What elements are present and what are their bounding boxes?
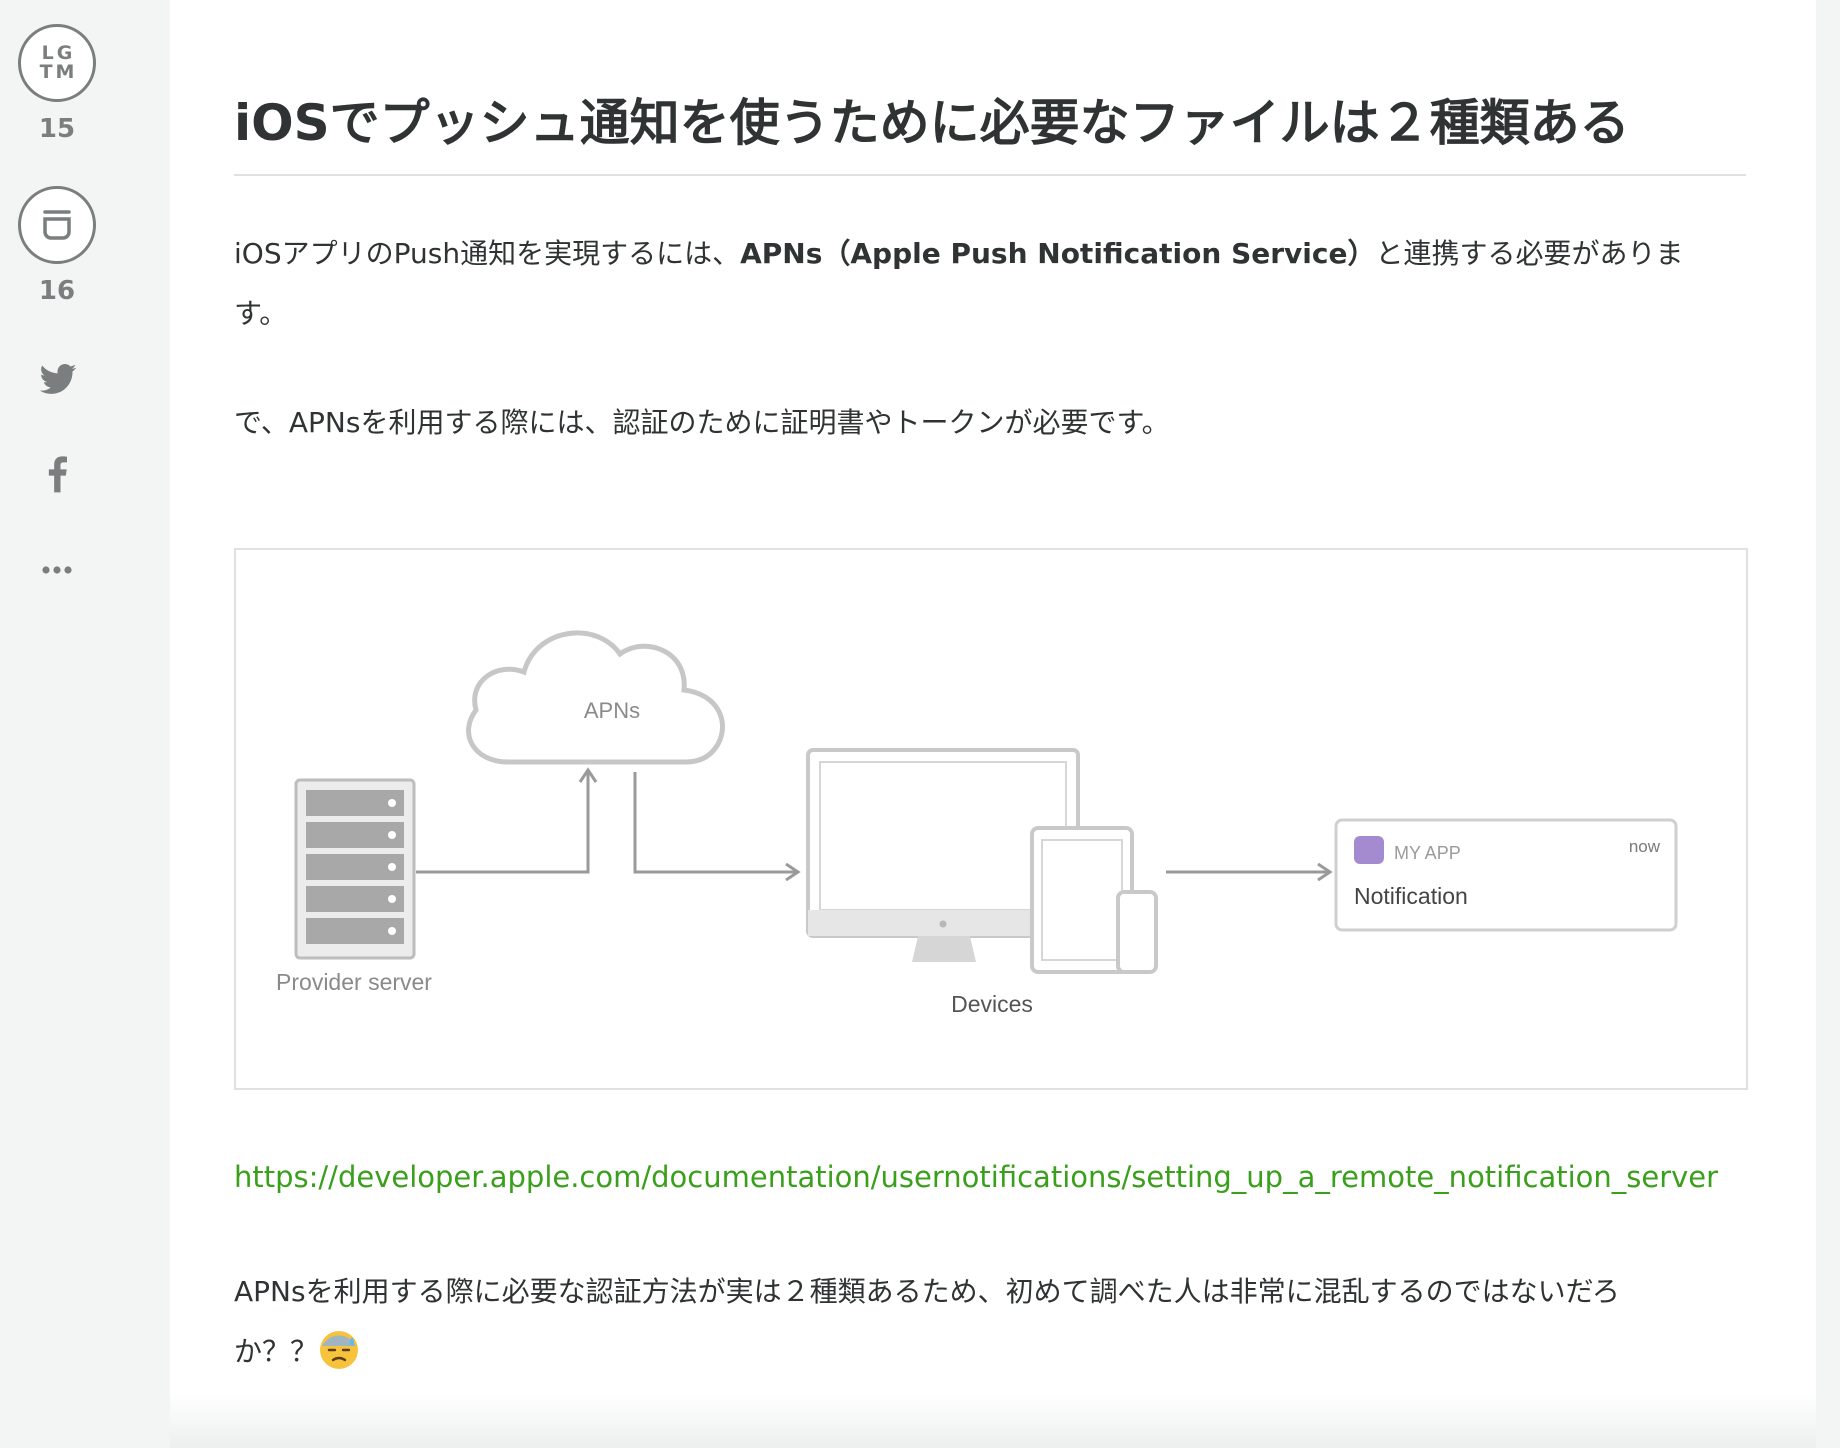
- stock-icon: [43, 210, 71, 240]
- stock-count: 16: [38, 276, 76, 306]
- lgtm-count: 15: [38, 114, 76, 144]
- lgtm-button[interactable]: LG TM: [18, 24, 96, 102]
- article-title: iOSでプッシュ通知を使うために必要なファイルは２種類ある: [234, 94, 1630, 152]
- scroll-fade: [170, 1392, 1816, 1448]
- app-icon: [1354, 836, 1384, 864]
- apns-bold: APNs（Apple Push Notification Service）: [740, 237, 1376, 270]
- apns-cloud-label: APNs: [584, 698, 640, 723]
- sweat-face-emoji-icon: [320, 1331, 359, 1369]
- intro-paragraph: iOSアプリのPush通知を実現するには、APNs（Apple Push Not…: [234, 237, 1684, 330]
- twitter-icon[interactable]: [38, 360, 78, 400]
- notification-text: Notification: [1354, 883, 1468, 909]
- notification-card: MY APP now Notification: [1334, 818, 1678, 932]
- apple-docs-link[interactable]: https://developer.apple.com/documentatio…: [234, 1160, 1718, 1194]
- facebook-icon[interactable]: [38, 454, 78, 494]
- article-body: iOSでプッシュ通知を使うために必要なファイルは２種類ある iOSアプリのPus…: [170, 0, 1816, 1448]
- lgtm-icon: LG TM: [39, 42, 78, 83]
- devices-icon: [806, 748, 1158, 974]
- auth-methods-paragraph: APNsを利用する際に必要な認証方法が実は２種類あるため、初めて調べた人は非常に…: [234, 1262, 1746, 1382]
- provider-server-label: Provider server: [276, 969, 432, 995]
- app-name: MY APP: [1394, 843, 1461, 863]
- apns-diagram-image: Provider server APNs Devices MY APP now …: [276, 630, 1678, 1017]
- apns-diagram: Provider server APNs Devices MY APP now …: [234, 548, 1748, 1090]
- provider-server-icon: [294, 778, 416, 960]
- devices-label: Devices: [951, 991, 1033, 1017]
- title-divider: [234, 174, 1746, 176]
- stock-button[interactable]: [18, 186, 96, 264]
- share-sidebar: LG TM 15 16: [0, 0, 170, 1448]
- more-icon[interactable]: [38, 550, 78, 590]
- notification-time: now: [1629, 837, 1661, 856]
- right-gutter: [1816, 0, 1840, 1448]
- certificate-paragraph: で、APNsを利用する際には、認証のために証明書やトークンが必要です。: [234, 406, 1170, 439]
